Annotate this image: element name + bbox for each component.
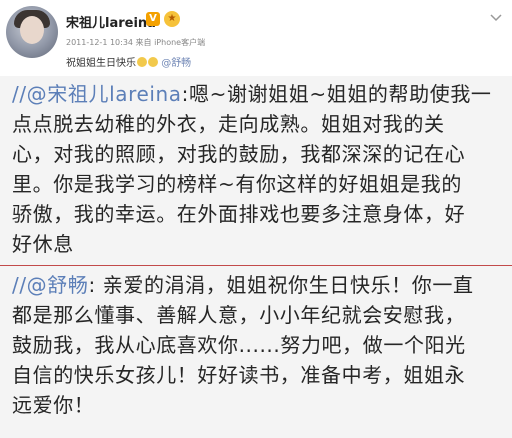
- comment-line: 自信的快乐女孩儿！好好读书，准备中考，姐姐永: [12, 363, 466, 387]
- comment-line: //@宋祖儿lareina:嗯~谢谢姐姐~姐姐的帮助使我一: [12, 79, 502, 109]
- avatar-face: [20, 16, 44, 44]
- post-header: 宋祖儿lareina V ★ 2011-12-1 10:34 来自 iPhone…: [0, 0, 512, 76]
- comment-line: 心，对我的照顾，对我的鼓励，我都深深的记在心: [12, 142, 466, 166]
- comment-line: 点点脱去幼稚的外衣，走向成熟。姐姐对我的关: [12, 112, 445, 136]
- post-text: 祝姐姐生日快乐 @舒畅: [66, 54, 191, 69]
- comment-line: 远爱你！: [12, 393, 95, 417]
- medal-icon: ★: [164, 11, 180, 27]
- comment-line: 好休息: [12, 232, 74, 256]
- repost-comment: //@宋祖儿lareina:嗯~谢谢姐姐~姐姐的帮助使我一 点点脱去幼稚的外衣，…: [0, 76, 512, 265]
- post-mention[interactable]: @舒畅: [161, 58, 191, 69]
- repost-comment: //@舒畅: 亲爱的涓涓，姐姐祝你生日快乐！你一直 都是那么懂事、善解人意，小小…: [0, 266, 512, 438]
- avatar[interactable]: [6, 6, 58, 58]
- comment-mention[interactable]: //@舒畅: [12, 273, 88, 297]
- smile-emoji-icon: [148, 57, 158, 67]
- comment-text: //@宋祖儿lareina:嗯~谢谢姐姐~姐姐的帮助使我一 点点脱去幼稚的外衣，…: [12, 79, 502, 259]
- comment-line-text: : 亲爱的涓涓，姐姐祝你生日快乐！你一直: [88, 273, 474, 297]
- comment-mention[interactable]: //@宋祖儿lareina: [12, 82, 182, 106]
- comment-line: 骄傲，我的幸运。在外面排戏也要多注意身体，好: [12, 202, 466, 226]
- user-name[interactable]: 宋祖儿lareina: [66, 12, 156, 31]
- post-text-body: 祝姐姐生日快乐: [66, 58, 136, 69]
- smile-emoji-icon: [137, 57, 147, 67]
- comment-text: //@舒畅: 亲爱的涓涓，姐姐祝你生日快乐！你一直 都是那么懂事、善解人意，小小…: [12, 270, 502, 420]
- comment-line: 都是那么懂事、善解人意，小小年纪就会安慰我，: [12, 303, 466, 327]
- comment-line: //@舒畅: 亲爱的涓涓，姐姐祝你生日快乐！你一直: [12, 270, 502, 300]
- chevron-down-icon[interactable]: [490, 14, 502, 22]
- comment-line-text: :嗯~谢谢姐姐~姐姐的帮助使我一: [181, 82, 492, 106]
- comment-line: 里。你是我学习的榜样~有你这样的好姐姐是我的: [12, 172, 462, 196]
- vip-badge-icon: V: [146, 12, 160, 26]
- comment-line: 鼓励我，我从心底喜欢你......努力吧，做一个阳光: [12, 333, 466, 357]
- post-meta: 2011-12-1 10:34 来自 iPhone客户端: [66, 38, 206, 47]
